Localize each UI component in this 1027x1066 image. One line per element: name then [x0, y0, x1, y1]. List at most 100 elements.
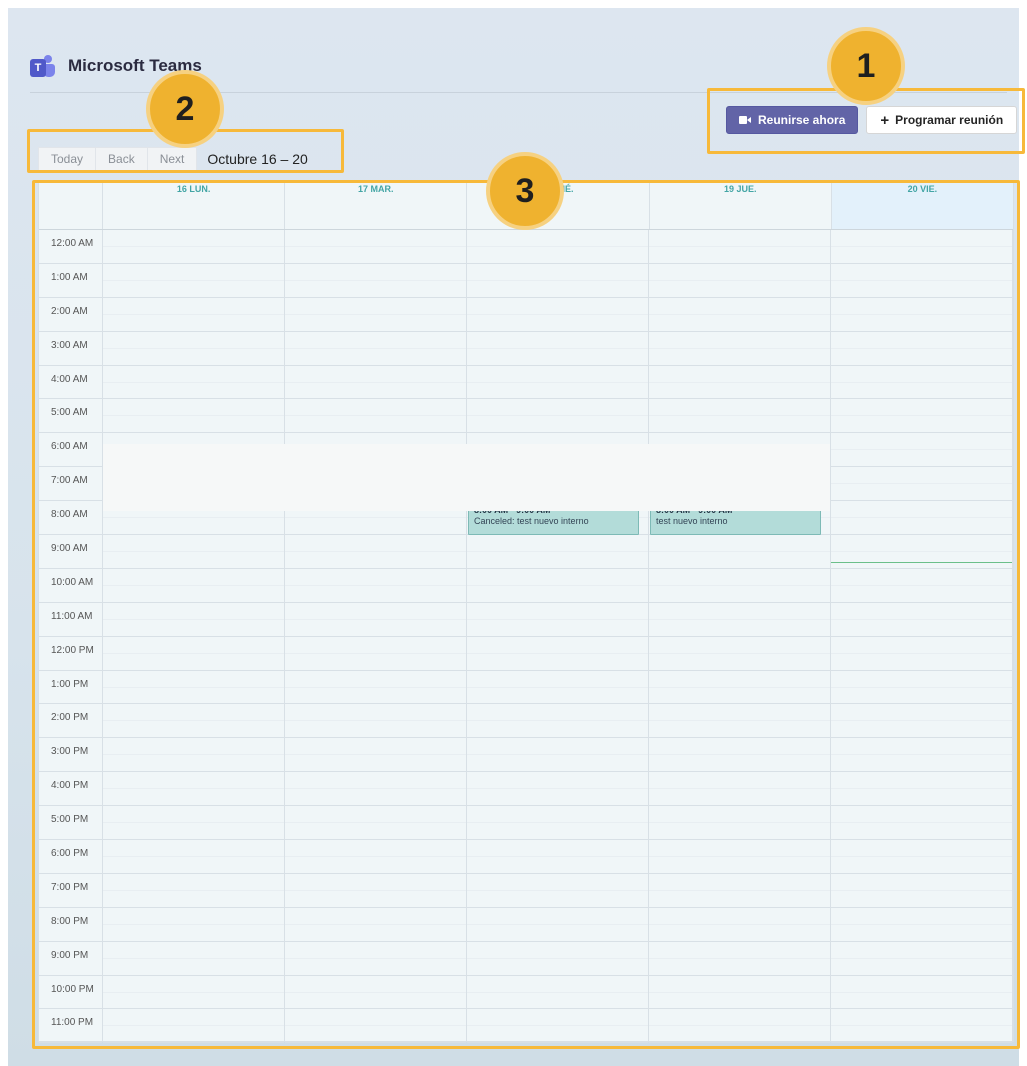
hour-cell[interactable] [285, 298, 466, 332]
hour-cell[interactable] [467, 569, 648, 603]
hour-cell[interactable] [103, 671, 284, 705]
hour-cell[interactable] [649, 569, 830, 603]
hour-cell[interactable] [285, 332, 466, 366]
hour-cell[interactable] [467, 298, 648, 332]
meet-now-button[interactable]: Reunirse ahora [726, 106, 859, 134]
hour-cell[interactable] [831, 535, 1012, 569]
hour-cell[interactable] [103, 637, 284, 671]
hour-cell[interactable] [831, 874, 1012, 908]
hour-cell[interactable] [285, 603, 466, 637]
hour-cell[interactable] [285, 637, 466, 671]
hour-cell[interactable] [831, 399, 1012, 434]
hour-cell[interactable] [831, 671, 1012, 705]
hour-cell[interactable] [831, 738, 1012, 773]
hour-cell[interactable] [831, 264, 1012, 298]
hour-cell[interactable] [831, 840, 1012, 874]
hour-cell[interactable] [467, 637, 648, 671]
hour-cell[interactable] [285, 671, 466, 705]
hour-cell[interactable] [467, 671, 648, 705]
hour-cell[interactable] [103, 704, 284, 739]
hour-cell[interactable] [285, 874, 466, 908]
hour-cell[interactable] [285, 942, 466, 976]
hour-cell[interactable] [831, 366, 1012, 400]
hour-cell[interactable] [649, 840, 830, 874]
hour-cell[interactable] [831, 433, 1012, 468]
hour-cell[interactable] [103, 332, 284, 366]
hour-cell[interactable] [649, 264, 830, 298]
day-header[interactable]: 17 MAR. [285, 182, 468, 229]
hour-cell[interactable] [467, 942, 648, 976]
day-column[interactable] [285, 230, 467, 1044]
hour-cell[interactable] [831, 1009, 1012, 1044]
hour-cell[interactable] [467, 976, 648, 1010]
hour-cell[interactable] [831, 637, 1012, 671]
hour-cell[interactable] [649, 1009, 830, 1044]
hour-cell[interactable] [285, 264, 466, 298]
hour-cell[interactable] [285, 908, 466, 942]
hour-cell[interactable] [467, 840, 648, 874]
day-column[interactable]: 8:00 AM - 9:00 AM Canceled: test nuevo i… [467, 230, 649, 1044]
hour-cell[interactable] [467, 535, 648, 569]
hour-cell[interactable] [285, 535, 466, 569]
hour-cell[interactable] [467, 603, 648, 637]
day-column[interactable] [103, 230, 285, 1044]
back-button[interactable]: Back [96, 147, 148, 171]
hour-cell[interactable] [103, 1009, 284, 1044]
hour-cell[interactable] [285, 840, 466, 874]
hour-cell[interactable] [649, 535, 830, 569]
hour-cell[interactable] [831, 332, 1012, 366]
hour-cell[interactable] [649, 671, 830, 705]
hour-cell[interactable] [103, 399, 284, 434]
hour-cell[interactable] [649, 366, 830, 400]
hour-cell[interactable] [285, 1009, 466, 1044]
hour-cell[interactable] [649, 230, 830, 264]
today-button[interactable]: Today [38, 147, 97, 171]
hour-cell[interactable] [285, 738, 466, 773]
hour-cell[interactable] [467, 908, 648, 942]
hour-cell[interactable] [103, 366, 284, 400]
hour-cell[interactable] [649, 942, 830, 976]
hour-cell[interactable] [285, 772, 466, 807]
hour-cell[interactable] [103, 874, 284, 908]
hour-cell[interactable] [831, 298, 1012, 332]
day-column-today[interactable] [831, 230, 1013, 1044]
schedule-meeting-button[interactable]: + Programar reunión [866, 106, 1018, 134]
hour-cell[interactable] [467, 772, 648, 807]
day-header[interactable]: 19 JUE. [650, 182, 832, 229]
hour-cell[interactable] [831, 942, 1012, 976]
hour-cell[interactable] [467, 399, 648, 434]
hour-cell[interactable] [285, 704, 466, 739]
hour-cell[interactable] [649, 772, 830, 807]
hour-cell[interactable] [103, 738, 284, 773]
day-header[interactable]: 16 LUN. [103, 182, 286, 229]
hour-cell[interactable] [103, 264, 284, 298]
hour-cell[interactable] [831, 603, 1012, 637]
hour-cell[interactable] [831, 230, 1012, 264]
hour-cell[interactable] [467, 230, 648, 264]
hour-cell[interactable] [831, 908, 1012, 942]
hour-cell[interactable] [103, 840, 284, 874]
hour-cell[interactable] [285, 806, 466, 841]
hour-cell[interactable] [467, 332, 648, 366]
hour-cell[interactable] [649, 738, 830, 773]
hour-cell[interactable] [467, 704, 648, 739]
hour-cell[interactable] [103, 230, 284, 264]
hour-cell[interactable] [831, 569, 1012, 603]
hour-cell[interactable] [103, 772, 284, 807]
day-header[interactable]: 20 VIE. [831, 182, 1014, 229]
hour-cell[interactable] [103, 298, 284, 332]
hour-cell[interactable] [103, 908, 284, 942]
hour-cell[interactable] [831, 772, 1012, 807]
hour-cell[interactable] [649, 908, 830, 942]
hour-cell[interactable] [103, 976, 284, 1010]
hour-cell[interactable] [649, 704, 830, 739]
hour-cell[interactable] [103, 806, 284, 841]
hour-cell[interactable] [831, 806, 1012, 841]
day-column[interactable]: 8:00 AM - 9:00 AM test nuevo interno [649, 230, 831, 1044]
hour-cell[interactable] [831, 501, 1012, 536]
hour-cell[interactable] [103, 569, 284, 603]
hour-cell[interactable] [649, 298, 830, 332]
next-button[interactable]: Next [147, 147, 198, 171]
hour-cell[interactable] [467, 366, 648, 400]
hour-cell[interactable] [467, 1009, 648, 1044]
